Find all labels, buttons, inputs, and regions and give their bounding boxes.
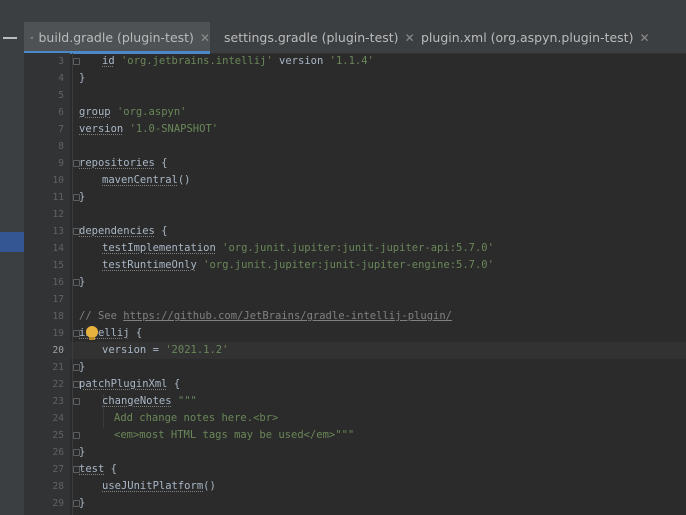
code-line-27[interactable]: test { xyxy=(79,461,117,478)
code-line-6[interactable]: group 'org.aspyn' xyxy=(79,104,186,121)
lightbulb-icon[interactable] xyxy=(86,326,98,340)
fold-marker-icon[interactable] xyxy=(73,398,80,405)
line-number: 28 xyxy=(52,481,64,492)
line-number: 22 xyxy=(52,379,64,390)
line-number: 11 xyxy=(52,192,64,203)
code-line-21[interactable]: } xyxy=(79,359,85,376)
line-number: 27 xyxy=(52,464,64,475)
code-line-15[interactable]: testRuntimeOnly 'org.junit.jupiter:junit… xyxy=(102,257,494,274)
code-line-3[interactable]: id 'org.jetbrains.intellij' version '1.1… xyxy=(102,53,374,70)
line-number: 14 xyxy=(52,243,64,254)
comment-link[interactable]: https://github.com/JetBrains/gradle-inte… xyxy=(123,310,452,322)
tab-label: plugin.xml (org.aspyn.plugin-test) xyxy=(421,30,634,45)
project-tool-strip xyxy=(0,22,25,515)
fold-marker-icon[interactable] xyxy=(73,58,80,65)
code-line-25[interactable]: <em>most HTML tags may be used</em>""" xyxy=(114,427,354,444)
code-line-7[interactable]: version '1.0-SNAPSHOT' xyxy=(79,121,218,138)
tab-build-gradle[interactable]: build.gradle (plugin-test) ✕ xyxy=(24,22,210,54)
line-number: 23 xyxy=(52,396,64,407)
line-number: 21 xyxy=(52,362,64,373)
collapse-panel-icon[interactable] xyxy=(3,37,17,39)
code-line-4[interactable]: } xyxy=(79,70,85,87)
line-number: 15 xyxy=(52,260,64,271)
code-line-14[interactable]: testImplementation 'org.junit.jupiter:ju… xyxy=(102,240,494,257)
code-line-24[interactable]: Add change notes here.<br> xyxy=(114,410,278,427)
code-line-9[interactable]: repositories { xyxy=(79,155,168,172)
line-number: 24 xyxy=(52,413,64,424)
close-icon[interactable]: ✕ xyxy=(200,31,210,45)
tab-label: settings.gradle (plugin-test) xyxy=(224,30,399,45)
line-number: 8 xyxy=(58,141,64,152)
code-line-11[interactable]: } xyxy=(79,189,85,206)
code-line-20[interactable]: version = '2021.1.2' xyxy=(102,342,228,359)
line-number: 5 xyxy=(58,90,64,101)
line-number: 16 xyxy=(52,277,64,288)
editor-tab-bar: build.gradle (plugin-test) ✕ settings.gr… xyxy=(24,22,686,54)
line-number: 10 xyxy=(52,175,64,186)
line-number: 17 xyxy=(52,294,64,305)
line-number: 29 xyxy=(52,498,64,509)
close-icon[interactable]: ✕ xyxy=(639,31,649,45)
code-line-10[interactable]: mavenCentral() xyxy=(102,172,191,189)
line-number: 12 xyxy=(52,209,64,220)
code-line-28[interactable]: useJUnitPlatform() xyxy=(102,478,216,495)
tab-plugin-xml[interactable]: plugin.xml (org.aspyn.plugin-test) ✕ xyxy=(410,22,650,53)
tab-label: build.gradle (plugin-test) xyxy=(38,30,194,45)
line-number: 3 xyxy=(58,56,64,67)
code-line-29[interactable]: } xyxy=(79,495,85,512)
line-number: 26 xyxy=(52,447,64,458)
gradle-icon xyxy=(30,36,34,39)
line-number: 6 xyxy=(58,107,64,118)
line-number: 19 xyxy=(52,328,64,339)
line-number: 7 xyxy=(58,124,64,135)
selected-tool-marker[interactable] xyxy=(0,232,24,252)
code-line-23[interactable]: changeNotes """ xyxy=(102,393,197,410)
code-line-22[interactable]: patchPluginXml { xyxy=(79,376,180,393)
code-line-18[interactable]: // See https://github.com/JetBrains/grad… xyxy=(79,308,452,325)
code-line-13[interactable]: dependencies { xyxy=(79,223,168,240)
fold-marker-icon[interactable] xyxy=(73,432,80,439)
line-number-current: 20 xyxy=(52,345,64,356)
line-number: 4 xyxy=(58,73,64,84)
line-number: 25 xyxy=(52,430,64,441)
line-number: 9 xyxy=(58,158,64,169)
code-line-26[interactable]: } xyxy=(79,444,85,461)
line-number: 18 xyxy=(52,311,64,322)
line-number: 13 xyxy=(52,226,64,237)
top-toolbar-strip xyxy=(0,0,686,22)
code-line-16[interactable]: } xyxy=(79,274,85,291)
line-number-gutter[interactable]: 3 4 5 6 7 8 9 10 11 12 13 14 15 16 17 18… xyxy=(24,53,70,515)
tab-settings-gradle[interactable]: settings.gradle (plugin-test) ✕ xyxy=(213,22,415,53)
